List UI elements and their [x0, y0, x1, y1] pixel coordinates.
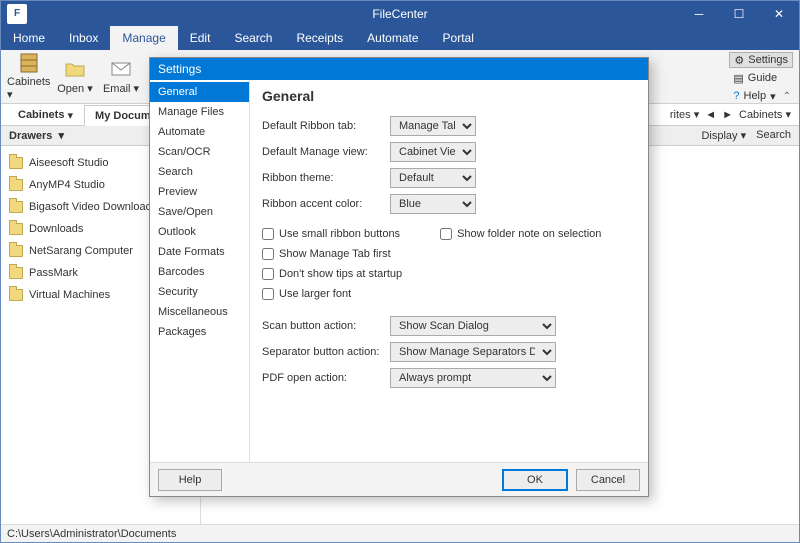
ribbon-label: Open ▾: [57, 82, 93, 95]
status-bar: C:\Users\Administrator\Documents: [1, 524, 799, 542]
manage-first-checkbox[interactable]: Show Manage Tab first: [262, 244, 636, 264]
nav-barcodes[interactable]: Barcodes: [150, 262, 249, 282]
drawer-icon: [9, 223, 23, 235]
book-icon: ▤: [733, 72, 743, 85]
drawer-icon: [9, 157, 23, 169]
gear-icon: ⚙: [734, 54, 744, 67]
cabinet-icon: [18, 52, 40, 74]
app-title: FileCenter: [372, 7, 427, 21]
folder-open-icon: [64, 58, 86, 80]
field-label: Default Manage view:: [262, 146, 390, 158]
drawer-icon: [9, 201, 23, 213]
minimize-button[interactable]: ─: [679, 1, 719, 26]
title-bar: F FileCenter ─ ☐ ✕: [1, 1, 799, 26]
ribbon-right-panel: ⚙Settings ▤Guide ?Help ▾ ⌃: [729, 52, 793, 104]
field-label: Default Ribbon tab:: [262, 120, 390, 132]
drawer-icon: [9, 179, 23, 191]
mail-icon: [110, 58, 132, 80]
nav-preview[interactable]: Preview: [150, 182, 249, 202]
cabinets-dropdown[interactable]: Cabinets ▾: [739, 108, 791, 121]
nav-manage-files[interactable]: Manage Files: [150, 102, 249, 122]
larger-font-checkbox[interactable]: Use larger font: [262, 284, 636, 304]
nav-date-formats[interactable]: Date Formats: [150, 242, 249, 262]
menu-search[interactable]: Search: [222, 26, 284, 50]
help-icon: ?: [733, 90, 739, 102]
field-label: Scan button action:: [262, 320, 390, 332]
ribbon-email-button[interactable]: Email ▾: [99, 54, 143, 100]
display-dropdown[interactable]: Display ▾: [701, 129, 746, 142]
menu-portal[interactable]: Portal: [431, 26, 486, 50]
favorites-dropdown[interactable]: rites ▾: [670, 108, 699, 121]
nav-next-button[interactable]: ►: [722, 109, 733, 121]
field-label: Ribbon theme:: [262, 172, 390, 184]
drawer-icon: [9, 267, 23, 279]
close-button[interactable]: ✕: [759, 1, 799, 26]
window-controls: ─ ☐ ✕: [679, 1, 799, 26]
drawer-icon: [9, 245, 23, 257]
app-icon: F: [7, 4, 27, 24]
ribbon-settings-button[interactable]: ⚙Settings: [729, 52, 793, 68]
ribbon-label: Email ▾: [103, 82, 139, 95]
drawer-search-button[interactable]: Search: [756, 129, 791, 142]
nav-miscellaneous[interactable]: Miscellaneous: [150, 302, 249, 322]
scan-action-select[interactable]: Show Scan Dialog: [390, 316, 556, 336]
dialog-title-bar: Settings: [150, 58, 648, 80]
tab-cabinets[interactable]: Cabinets ▾: [7, 104, 84, 125]
ribbon-open-button[interactable]: Open ▾: [53, 54, 97, 100]
nav-general[interactable]: General: [150, 82, 249, 102]
drawers-label: Drawers: [9, 130, 52, 142]
status-path: C:\Users\Administrator\Documents: [7, 528, 176, 540]
field-label: PDF open action:: [262, 372, 390, 384]
settings-dialog: Settings General Manage Files Automate S…: [149, 57, 649, 497]
nav-outlook[interactable]: Outlook: [150, 222, 249, 242]
menu-bar: Home Inbox Manage Edit Search Receipts A…: [1, 26, 799, 50]
ribbon-label: Cabinets ▾: [7, 76, 51, 101]
settings-nav: General Manage Files Automate Scan/OCR S…: [150, 80, 250, 462]
menu-automate[interactable]: Automate: [355, 26, 430, 50]
field-label: Separator button action:: [262, 346, 390, 358]
nav-automate[interactable]: Automate: [150, 122, 249, 142]
settings-panel: General Default Ribbon tab:Manage Tab De…: [250, 80, 648, 462]
folder-note-checkbox[interactable]: Show folder note on selection: [440, 224, 601, 244]
pdf-action-select[interactable]: Always prompt: [390, 368, 556, 388]
ribbon-collapse-button[interactable]: ⌃: [783, 91, 791, 102]
default-manage-view-select[interactable]: Cabinet View: [390, 142, 476, 162]
ribbon-cabinets-button[interactable]: Cabinets ▾: [7, 54, 51, 100]
help-button[interactable]: Help: [158, 469, 222, 491]
default-ribbon-tab-select[interactable]: Manage Tab: [390, 116, 476, 136]
menu-inbox[interactable]: Inbox: [57, 26, 110, 50]
nav-scan-ocr[interactable]: Scan/OCR: [150, 142, 249, 162]
menu-manage[interactable]: Manage: [110, 26, 177, 50]
nav-security[interactable]: Security: [150, 282, 249, 302]
separator-action-select[interactable]: Show Manage Separators Dialog: [390, 342, 556, 362]
field-label: Ribbon accent color:: [262, 198, 390, 210]
nav-search[interactable]: Search: [150, 162, 249, 182]
nav-save-open[interactable]: Save/Open: [150, 202, 249, 222]
ribbon-theme-select[interactable]: Default: [390, 168, 476, 188]
panel-heading: General: [262, 88, 636, 104]
drawer-icon: [9, 289, 23, 301]
ribbon-accent-select[interactable]: Blue: [390, 194, 476, 214]
ribbon-guide-button[interactable]: ▤Guide: [729, 70, 793, 86]
menu-edit[interactable]: Edit: [178, 26, 223, 50]
dialog-footer: Help OK Cancel: [150, 462, 648, 496]
nav-prev-button[interactable]: ◄: [705, 109, 716, 121]
menu-home[interactable]: Home: [1, 26, 57, 50]
cancel-button[interactable]: Cancel: [576, 469, 640, 491]
no-tips-checkbox[interactable]: Don't show tips at startup: [262, 264, 636, 284]
small-ribbon-checkbox[interactable]: Use small ribbon buttons: [262, 224, 400, 244]
nav-packages[interactable]: Packages: [150, 322, 249, 342]
ok-button[interactable]: OK: [502, 469, 568, 491]
menu-receipts[interactable]: Receipts: [284, 26, 355, 50]
maximize-button[interactable]: ☐: [719, 1, 759, 26]
